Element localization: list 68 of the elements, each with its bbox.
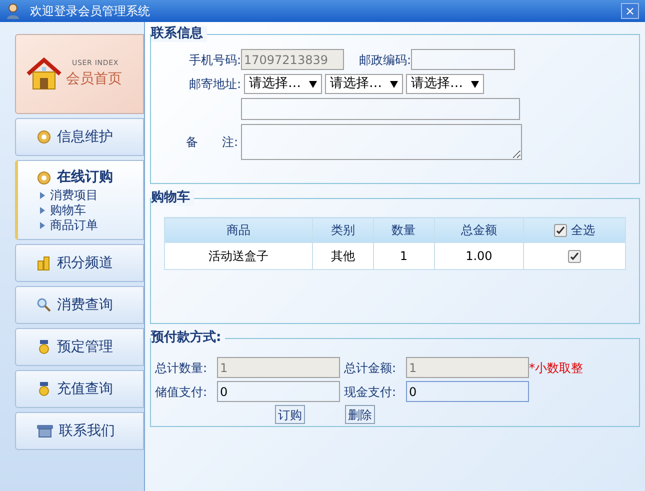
search-icon [36, 297, 52, 313]
rounding-note: *小数取整 [529, 360, 583, 376]
field-label: 邮寄地址: [188, 76, 241, 93]
address-field[interactable] [241, 98, 520, 120]
menu-item[interactable]: 信息维护 [15, 118, 144, 156]
submenu-item[interactable]: 消费项目 [50, 188, 98, 203]
checkbox[interactable] [554, 224, 568, 238]
coins-icon [36, 255, 52, 271]
field-label: 邮政编码: [359, 52, 412, 68]
column-header: 全选 [524, 218, 626, 242]
dropdown-arrow-icon [390, 80, 398, 88]
section-title: 购物车 [151, 190, 194, 206]
total-quantity-field[interactable]: 1 [217, 357, 340, 378]
field-label: 总计数量: [155, 360, 208, 376]
total-amount-field[interactable]: 1 [406, 357, 529, 378]
table-cell: 1.00 [434, 242, 524, 270]
table-cell: 活动送盒子 [164, 242, 313, 270]
dropdown-arrow-icon [471, 80, 479, 88]
menu-label: 预定管理 [57, 338, 113, 356]
section-title: 联系信息 [151, 26, 207, 42]
menu-item[interactable]: 联系我们 [15, 412, 144, 450]
address-dropdown[interactable]: 请选择… [244, 74, 322, 94]
form-button[interactable]: 删除 [345, 405, 375, 424]
menu-item[interactable]: 在线订购 消费项目 购物车 商品订单 [15, 160, 144, 240]
menu-label: 积分频道 [57, 254, 113, 272]
menu-item[interactable]: 充值查询 [15, 370, 144, 408]
menu-label: 信息维护 [57, 128, 113, 146]
house-icon [26, 57, 62, 91]
column-header: 总金额 [434, 218, 524, 242]
field-label: 总计金额: [344, 360, 398, 376]
submenu-item[interactable]: 购物车 [50, 203, 86, 218]
field-label: 储值支付: [155, 384, 208, 400]
phone-field[interactable]: 17097213839 [241, 49, 344, 70]
home-caption: 会员首页 [66, 70, 122, 89]
section-title: 预付款方式: [151, 330, 226, 346]
stored-value-field[interactable]: 0 [217, 381, 340, 402]
menu-label: 在线订购 [57, 168, 113, 187]
table-cell: 其他 [312, 242, 374, 270]
menu-item[interactable]: 预定管理 [15, 328, 144, 366]
menu-label: 消费查询 [57, 296, 113, 314]
address-dropdown[interactable]: 请选择… [406, 74, 484, 94]
field-label: 现金支付: [344, 384, 398, 400]
window-title: 欢迎登录会员管理系统 [30, 3, 151, 20]
user-icon [6, 3, 20, 19]
zip-field[interactable] [411, 49, 516, 70]
close-button[interactable]: × [621, 3, 639, 19]
field-label: 备 注: [185, 134, 240, 151]
bullet-icon [40, 192, 45, 199]
bullet-icon [40, 222, 45, 229]
remark-field[interactable] [241, 124, 522, 160]
address-dropdown[interactable]: 请选择… [325, 74, 403, 94]
medal-icon [36, 339, 52, 355]
dropdown-arrow-icon [309, 80, 317, 88]
bullet-icon [40, 207, 45, 214]
menu-label: 联系我们 [59, 422, 115, 440]
form-button[interactable]: 订购 [275, 405, 305, 424]
column-header: 商品 [164, 218, 313, 242]
column-header: 类别 [312, 218, 374, 242]
submenu-item[interactable]: 商品订单 [50, 218, 98, 233]
menu-item[interactable]: 积分频道 [15, 244, 144, 282]
field-label: 手机号码: [188, 52, 241, 68]
medal-icon [36, 381, 52, 397]
checkbox[interactable] [568, 250, 582, 264]
table-cell: 1 [373, 242, 434, 270]
menu-label: 充值查询 [57, 380, 113, 398]
menu-item[interactable]: 消费查询 [15, 286, 144, 324]
cash-field[interactable]: 0 [406, 381, 529, 402]
column-header: 数量 [373, 218, 434, 242]
